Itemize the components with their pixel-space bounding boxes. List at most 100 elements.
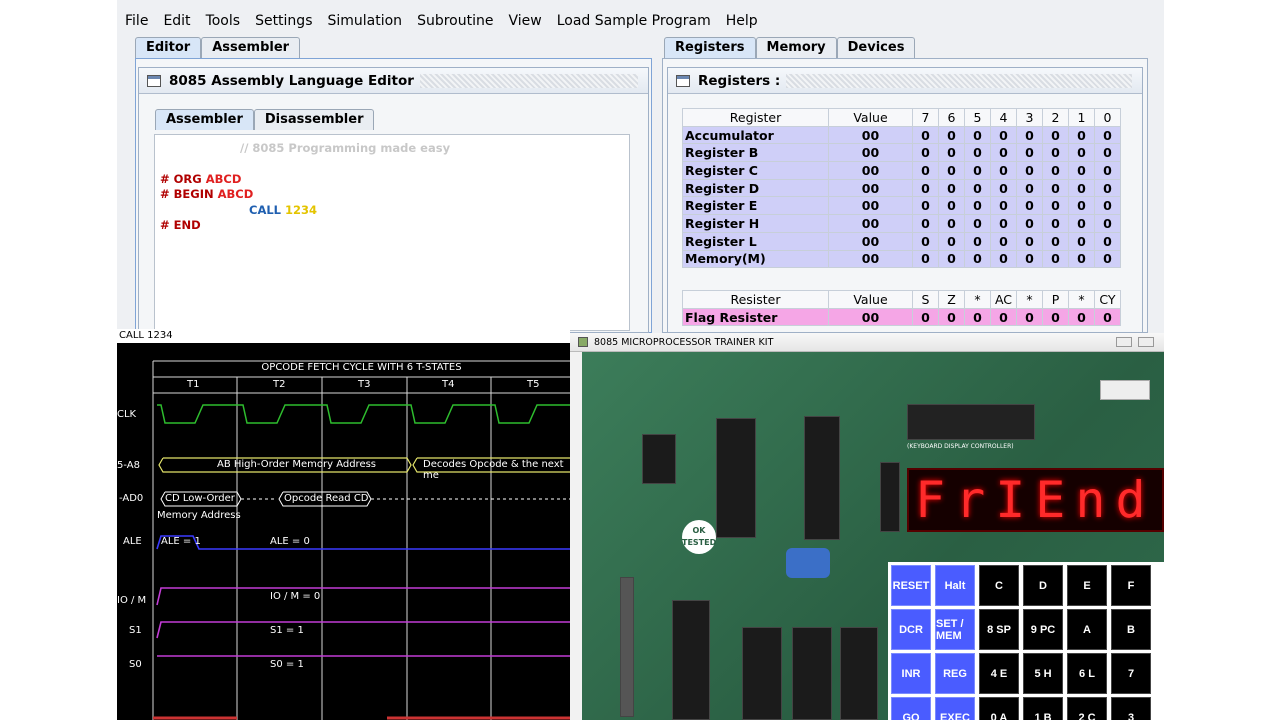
flag-col-header: P: [1042, 290, 1069, 309]
keypad-key[interactable]: 2 C: [1067, 697, 1107, 720]
subtab-assembler[interactable]: Assembler: [155, 109, 254, 130]
registers-title-bar: Registers :: [668, 68, 1142, 94]
register-col-header: 0: [1094, 108, 1121, 127]
keypad-key[interactable]: 7: [1111, 653, 1151, 694]
tstate-t5: T5: [527, 379, 540, 390]
register-bit: 0: [1016, 125, 1043, 145]
menu-simulation[interactable]: Simulation: [327, 13, 402, 29]
tab-devices[interactable]: Devices: [836, 37, 916, 58]
registers-title: Registers :: [698, 72, 781, 89]
register-value[interactable]: 00: [828, 161, 913, 180]
keypad-key[interactable]: 8 SP: [979, 609, 1019, 650]
keypad-key[interactable]: REG: [935, 653, 975, 694]
keypad-key[interactable]: A: [1067, 609, 1107, 650]
keypad-key[interactable]: SET / MEM: [935, 609, 975, 650]
register-bit: 0: [990, 161, 1017, 180]
keypad-key[interactable]: EXEC: [935, 697, 975, 720]
tab-assembler[interactable]: Assembler: [201, 37, 301, 58]
register-value[interactable]: 00: [828, 196, 913, 216]
flag-row: Flag Resister 00 0 0 0 0 0 0 0 0: [682, 307, 1121, 327]
label-memory-address: Memory Address: [157, 510, 241, 521]
register-row: Register E 00 0 0 0 0 0 0 0 0: [682, 196, 1121, 216]
register-value[interactable]: 00: [828, 214, 913, 233]
keypad-key[interactable]: 9 PC: [1023, 609, 1063, 650]
menu-help[interactable]: Help: [726, 13, 758, 29]
flag-col-header: Value: [828, 290, 913, 309]
register-value[interactable]: 00: [828, 125, 913, 145]
keypad-key[interactable]: F: [1111, 565, 1151, 606]
register-bit: 0: [1016, 249, 1043, 269]
menu-edit[interactable]: Edit: [163, 13, 190, 29]
status-bar: CALL 1234: [117, 329, 570, 343]
register-bit: 0: [1042, 178, 1069, 198]
tab-registers[interactable]: Registers: [664, 37, 756, 58]
keypad-key[interactable]: DCR: [891, 609, 931, 650]
register-name: Register D: [682, 178, 829, 198]
register-name: Register L: [682, 231, 829, 251]
menu-tools[interactable]: Tools: [206, 13, 241, 29]
code-line-call: CALL 1234: [249, 203, 318, 217]
flag-bit: 0: [1042, 307, 1069, 327]
battery: [786, 548, 830, 578]
tstate-t4: T4: [442, 379, 455, 390]
register-bit: 0: [964, 143, 991, 163]
register-bit: 0: [964, 125, 991, 145]
register-value[interactable]: 00: [828, 249, 913, 269]
flag-col-header: Resister: [682, 290, 829, 309]
tab-memory[interactable]: Memory: [755, 37, 837, 58]
register-bit: 0: [938, 249, 965, 269]
minimize-icon[interactable]: [1116, 337, 1132, 347]
trainer-board: OK TESTED (KEYBOARD DISPLAY CONTROLLER) …: [582, 352, 1164, 720]
register-bit: 0: [1042, 161, 1069, 180]
label-ale-1: ALE = 1: [161, 536, 201, 547]
maximize-icon[interactable]: [1138, 337, 1154, 347]
flag-bit: 0: [1094, 307, 1121, 327]
chip-eprom: [792, 627, 832, 720]
power-connector: [1100, 380, 1150, 400]
window-icon: [147, 74, 161, 87]
register-bit: 0: [964, 196, 991, 216]
keypad-key[interactable]: Halt: [935, 565, 975, 606]
register-value[interactable]: 00: [828, 178, 913, 198]
register-bit: 0: [1042, 125, 1069, 145]
register-bit: 0: [964, 231, 991, 251]
flag-name: Flag Resister: [682, 307, 829, 327]
flag-value[interactable]: 00: [828, 307, 913, 327]
register-bit: 0: [990, 231, 1017, 251]
register-bit: 0: [912, 196, 939, 216]
keypad-key[interactable]: 6 L: [1067, 653, 1107, 694]
register-value[interactable]: 00: [828, 143, 913, 163]
keypad-key[interactable]: INR: [891, 653, 931, 694]
keypad-key[interactable]: B: [1111, 609, 1151, 650]
menu-view[interactable]: View: [508, 13, 541, 29]
keypad-key[interactable]: 0 A: [979, 697, 1019, 720]
keypad-key[interactable]: C: [979, 565, 1019, 606]
code-editor[interactable]: // 8085 Programming made easy # ORG ABCD…: [154, 134, 630, 331]
keypad-key[interactable]: D: [1023, 565, 1063, 606]
keypad-key[interactable]: E: [1067, 565, 1107, 606]
menu-settings[interactable]: Settings: [255, 13, 312, 29]
flag-col-header: *: [964, 290, 991, 309]
register-bit: 0: [938, 196, 965, 216]
chip-8085: [672, 600, 710, 720]
keypad-key[interactable]: 4 E: [979, 653, 1019, 694]
keypad-key[interactable]: 1 B: [1023, 697, 1063, 720]
keypad-key[interactable]: 5 H: [1023, 653, 1063, 694]
menu-file[interactable]: File: [125, 13, 148, 29]
subtab-disassembler[interactable]: Disassembler: [253, 109, 375, 130]
title-grip: [419, 73, 638, 88]
code-line-end: # END: [160, 218, 201, 232]
keypad-key[interactable]: RESET: [891, 565, 931, 606]
editor-title-bar: 8085 Assembly Language Editor: [139, 68, 648, 94]
keypad-key[interactable]: 3: [1111, 697, 1151, 720]
flag-col-header: CY: [1094, 290, 1121, 309]
tab-editor[interactable]: Editor: [135, 37, 202, 58]
register-value[interactable]: 00: [828, 231, 913, 251]
menu-subroutine[interactable]: Subroutine: [417, 13, 493, 29]
register-bit: 0: [964, 161, 991, 180]
menu-load-sample[interactable]: Load Sample Program: [557, 13, 711, 29]
register-bit: 0: [912, 143, 939, 163]
keypad-key[interactable]: GO: [891, 697, 931, 720]
tstate-t1: T1: [187, 379, 200, 390]
flag-bit: 0: [938, 307, 965, 327]
